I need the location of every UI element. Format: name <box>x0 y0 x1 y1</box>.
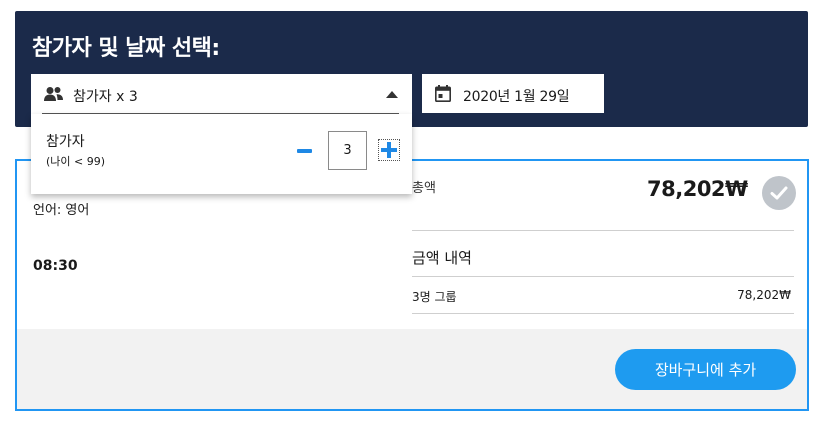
group-label: 3명 그룹 <box>412 290 457 304</box>
divider <box>412 313 794 314</box>
users-icon <box>44 87 63 101</box>
participant-age-label: (나이 < 99) <box>46 155 106 168</box>
increase-button[interactable] <box>378 139 400 161</box>
calendar-icon <box>435 85 451 102</box>
check-icon <box>762 176 796 210</box>
language-text: 언어: 영어 <box>33 203 90 218</box>
date-picker-button[interactable]: 2020년 1월 29일 <box>422 74 604 113</box>
minus-icon <box>297 149 312 153</box>
date-label: 2020년 1월 29일 <box>463 89 570 105</box>
total-label: 총액 <box>412 181 436 196</box>
divider <box>412 230 794 231</box>
participants-select[interactable]: 참가자 x 3 <box>31 74 412 114</box>
add-to-cart-button[interactable]: 장바구니에 추가 <box>615 349 796 390</box>
participants-dropdown: 참가자 (나이 < 99) 3 <box>31 114 412 194</box>
divider <box>412 276 794 277</box>
participant-type-label: 참가자 <box>46 134 85 150</box>
participants-select-label: 참가자 x 3 <box>73 89 138 105</box>
total-amount: 78,202₩ <box>647 177 748 201</box>
decrease-button[interactable] <box>295 141 315 161</box>
price-breakdown-title: 금액 내역 <box>412 249 472 267</box>
booking-card: 언어: 영어 08:30 총액 78,202₩ 금액 내역 3명 그룹 78,2… <box>15 159 809 411</box>
caret-up-icon <box>386 91 398 98</box>
quantity-field[interactable]: 3 <box>328 131 367 170</box>
time-slot[interactable]: 08:30 <box>33 258 78 274</box>
page-title: 참가자 및 날짜 선택: <box>32 36 220 61</box>
group-price: 78,202₩ <box>737 288 791 302</box>
